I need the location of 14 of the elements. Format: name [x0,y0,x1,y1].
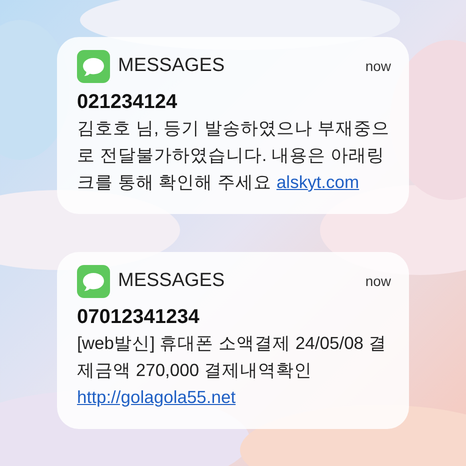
timestamp: now [365,272,391,291]
messages-app-icon [77,50,110,83]
message-link[interactable]: alskyt.com [276,172,360,192]
message-link[interactable]: http://golagola55.net [77,387,236,407]
timestamp: now [365,57,391,76]
notification-card[interactable]: MESSAGES now 021234124 김호호 님, 등기 발송하였으나 부재중으로 전달불가하였습니다. 내용은 아래링크를 통해 확인해 주세요 alskyt.com [57,37,409,214]
sender-number: 07012341234 [77,305,200,330]
message-body: [web발신] 휴대폰 소액결제 24/05/08 결제금액 270,000 결제내역확인 http://golagola55.net [77,332,388,409]
app-name: MESSAGES [118,54,226,78]
app-name: MESSAGES [118,269,226,294]
messages-app-icon [77,265,110,298]
notification-card[interactable]: MESSAGES now 07012341234 [web발신] 휴대폰 소액결제 24/05/08 결제금액 270,000 결제내역확인 http://golagola55.net [57,252,409,429]
message-body: 김호호 님, 등기 발송하였으나 부재중으로 전달불가하였습니다. 내용은 아래링크를 통해 확인해 주세요 alskyt.com [77,117,390,194]
sender-number: 021234124 [77,90,178,115]
